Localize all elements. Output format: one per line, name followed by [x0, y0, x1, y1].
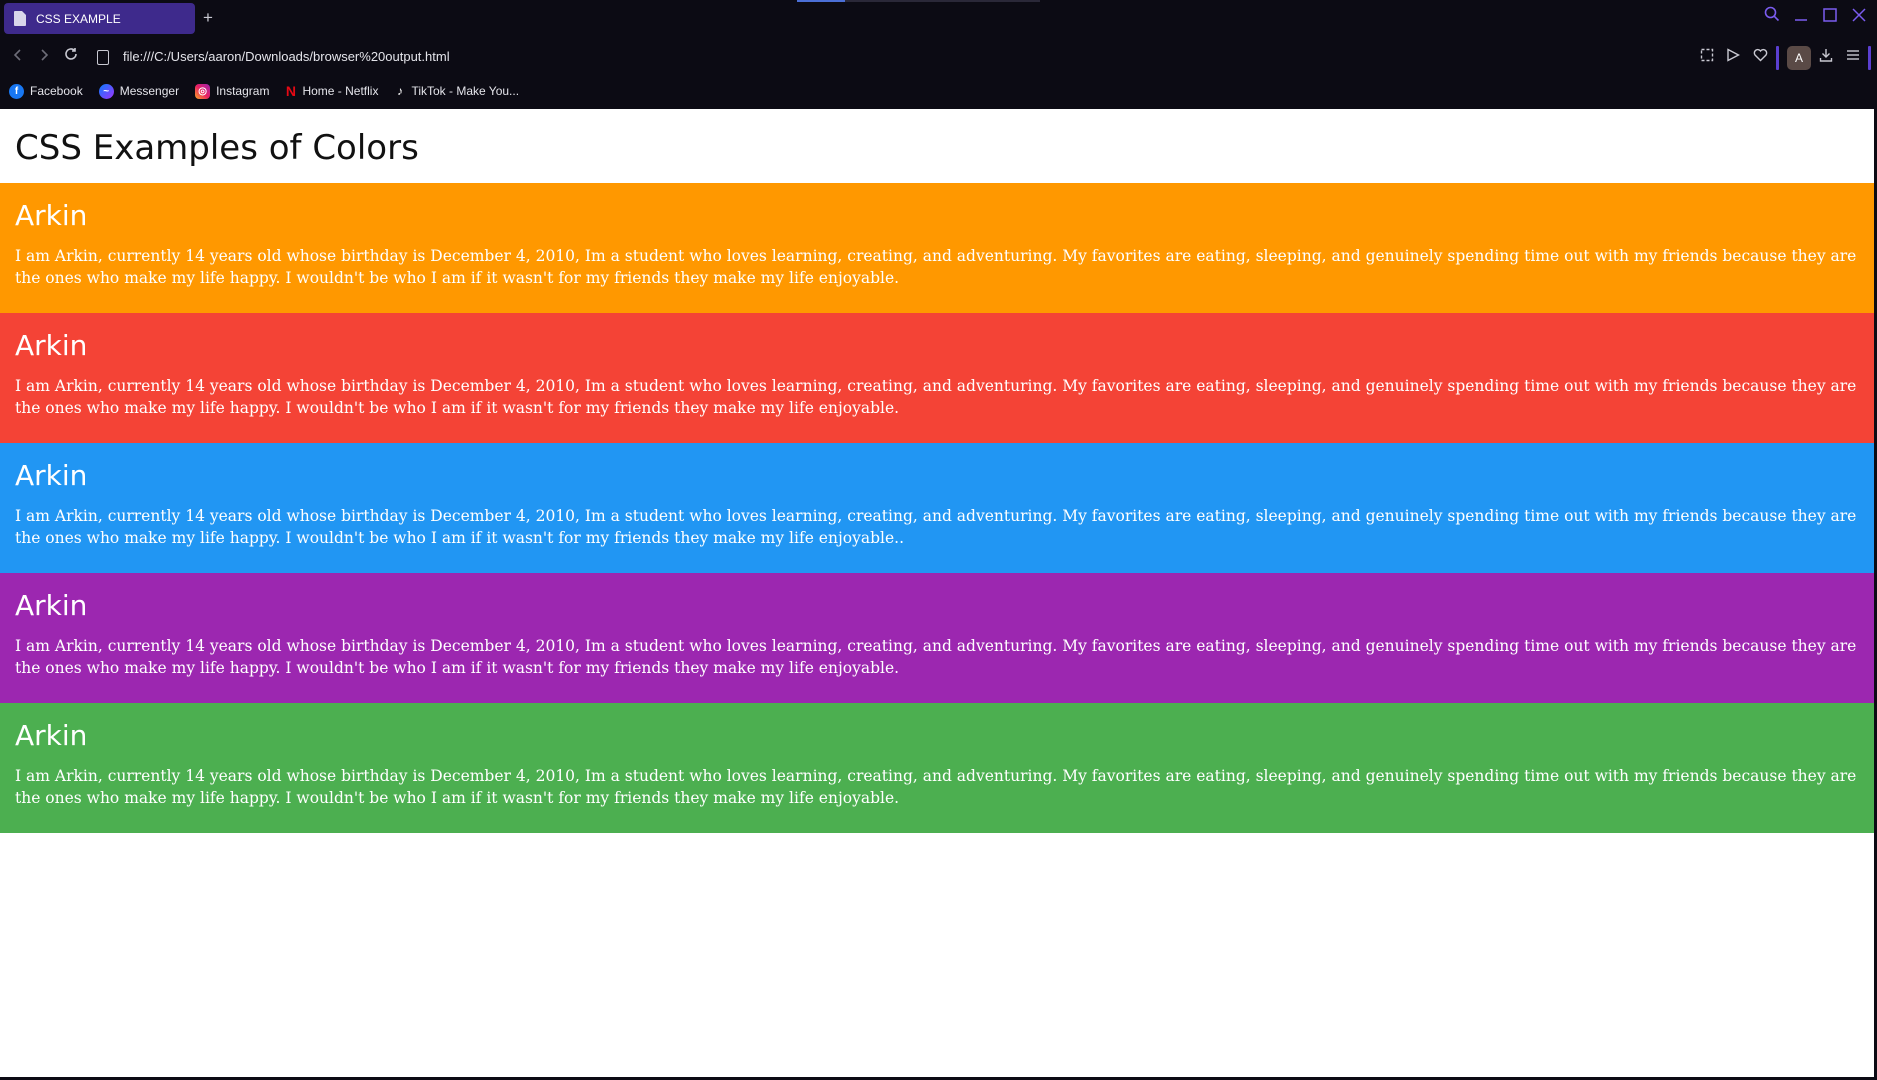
instagram-icon: ◎ [195, 83, 211, 99]
heart-icon[interactable] [1749, 46, 1771, 68]
new-tab-button[interactable]: + [199, 8, 217, 28]
reload-button[interactable] [60, 46, 82, 68]
section-text: I am Arkin, currently 14 years old whose… [15, 247, 1857, 287]
menu-icon[interactable] [1842, 46, 1864, 68]
browser-chrome: CSS EXAMPLE + file:///C:/Users/aaron/Dow… [0, 0, 1877, 109]
section-heading: Arkin [15, 589, 88, 622]
chevron-left-icon [13, 49, 21, 61]
bookmark-label: TikTok - Make You... [411, 84, 520, 98]
bookmark-label: Messenger [119, 84, 180, 98]
screenshot-icon[interactable] [1696, 46, 1718, 68]
color-section-orange: Arkin I am Arkin, currently 14 years old… [0, 183, 1874, 313]
tab-title: CSS EXAMPLE [36, 11, 121, 26]
page-viewport: CSS Examples of Colors Arkin I am Arkin,… [0, 109, 1874, 1077]
section-text: I am Arkin, currently 14 years old whose… [15, 507, 1857, 547]
bookmark-label: Home - Netflix [302, 84, 379, 98]
toolbar-separator [1776, 46, 1779, 70]
bookmarks-bar: f Facebook ~ Messenger ◎ Instagram N Hom… [0, 80, 1877, 102]
tiktok-icon: ♪ [396, 83, 403, 98]
messenger-icon: ~ [98, 83, 114, 99]
search-icon[interactable] [1760, 6, 1784, 30]
maximize-icon[interactable] [1818, 6, 1842, 30]
color-section-blue: Arkin I am Arkin, currently 14 years old… [0, 443, 1874, 573]
close-icon[interactable] [1847, 6, 1871, 30]
url-field[interactable]: file:///C:/Users/aaron/Downloads/browser… [123, 49, 450, 64]
download-icon[interactable] [1815, 46, 1837, 68]
color-section-green: Arkin I am Arkin, currently 14 years old… [0, 703, 1874, 833]
section-heading: Arkin [15, 329, 88, 362]
avatar[interactable]: A [1787, 46, 1811, 70]
section-heading: Arkin [15, 199, 88, 232]
document-icon [14, 11, 26, 26]
reload-icon [65, 48, 77, 60]
tab-scroll-indicator [797, 0, 1040, 2]
chevron-right-icon [41, 49, 49, 61]
bookmark-instagram[interactable]: ◎ Instagram [195, 83, 270, 99]
facebook-icon: f [9, 83, 24, 99]
bookmark-facebook[interactable]: f Facebook [9, 83, 83, 99]
bookmark-netflix[interactable]: N Home - Netflix [285, 82, 379, 99]
play-icon[interactable] [1722, 46, 1744, 68]
page-info-icon[interactable] [97, 50, 109, 65]
section-text: I am Arkin, currently 14 years old whose… [15, 637, 1857, 677]
section-heading: Arkin [15, 459, 88, 492]
sidebar-edge [1868, 46, 1871, 70]
netflix-icon: N [285, 82, 296, 99]
color-section-red: Arkin I am Arkin, currently 14 years old… [0, 313, 1874, 443]
back-button[interactable] [7, 46, 29, 68]
color-section-purple: Arkin I am Arkin, currently 14 years old… [0, 573, 1874, 703]
tab-css-example[interactable]: CSS EXAMPLE [4, 3, 195, 34]
bookmark-tiktok[interactable]: ♪ TikTok - Make You... [394, 84, 519, 99]
bookmark-label: Instagram [216, 84, 270, 98]
tab-bar: CSS EXAMPLE + [0, 0, 1877, 37]
bookmark-messenger[interactable]: ~ Messenger [98, 83, 180, 99]
section-text: I am Arkin, currently 14 years old whose… [15, 767, 1857, 807]
minimize-icon[interactable] [1789, 6, 1813, 30]
forward-button[interactable] [33, 46, 55, 68]
address-bar: file:///C:/Users/aaron/Downloads/browser… [0, 42, 1877, 72]
section-text: I am Arkin, currently 14 years old whose… [15, 377, 1857, 417]
bookmark-label: Facebook [30, 84, 83, 98]
section-heading: Arkin [15, 719, 88, 752]
page-title: CSS Examples of Colors [15, 128, 419, 168]
